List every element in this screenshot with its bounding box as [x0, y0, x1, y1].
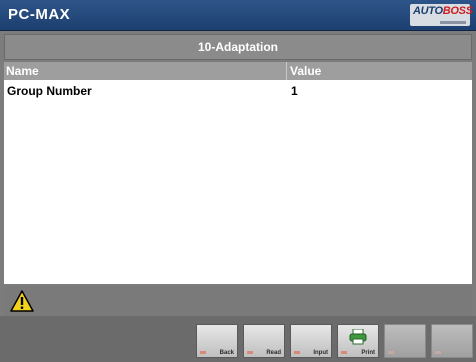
column-divider: [286, 62, 287, 80]
function-toolbar: Back Read Input Print: [0, 316, 476, 362]
function-key-indicator: [435, 351, 441, 354]
column-header-value: Value: [290, 64, 322, 78]
app-title: PC-MAX: [8, 6, 71, 23]
function-key-indicator: [341, 351, 347, 354]
back-button[interactable]: Back: [196, 324, 238, 358]
brand-tagline: [440, 21, 466, 24]
row-value: 1: [291, 84, 298, 98]
printer-icon: [349, 329, 367, 345]
brand-logo: AUTOBOSS: [410, 4, 473, 26]
print-button[interactable]: Print: [337, 324, 379, 358]
screen-title: 10-Adaptation: [197, 40, 278, 54]
back-label: Back: [219, 350, 234, 356]
disabled-button-5: [384, 324, 426, 358]
function-key-indicator: [200, 351, 206, 354]
input-button[interactable]: Input: [290, 324, 332, 358]
table-header: Name Value: [4, 62, 472, 80]
screen-header: 10-Adaptation: [4, 34, 472, 60]
data-list[interactable]: Group Number 1: [4, 80, 472, 284]
brand-logo-text: AUTOBOSS: [413, 5, 473, 17]
read-label: Read: [266, 350, 281, 356]
function-key-indicator: [294, 351, 300, 354]
function-key-indicator: [388, 351, 394, 354]
read-button[interactable]: Read: [243, 324, 285, 358]
column-header-name: Name: [6, 64, 39, 78]
input-label: Input: [313, 350, 328, 356]
disabled-button-6: [431, 324, 473, 358]
warning-icon: [10, 290, 34, 312]
print-label: Print: [361, 350, 375, 356]
status-bar: [4, 286, 472, 316]
table-row[interactable]: Group Number 1: [4, 82, 472, 100]
row-name: Group Number: [7, 84, 92, 98]
function-key-indicator: [247, 351, 253, 354]
title-bar: PC-MAX AUTOBOSS: [0, 0, 476, 31]
